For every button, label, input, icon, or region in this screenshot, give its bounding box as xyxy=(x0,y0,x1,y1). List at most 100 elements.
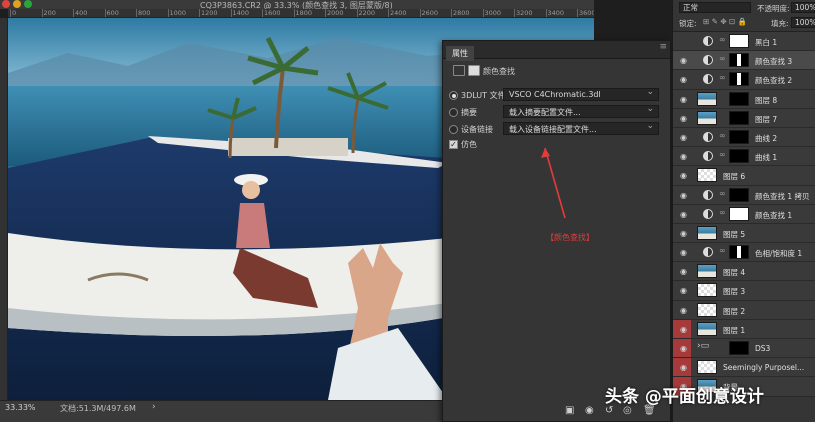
link-icon[interactable]: ∞ xyxy=(719,208,726,217)
layer-name[interactable]: 图层 1 xyxy=(723,325,745,336)
lut-file-select[interactable]: VSCO C4Chromatic.3dl xyxy=(503,88,659,101)
layer-name[interactable]: 黑白 1 xyxy=(755,37,777,48)
eye-icon[interactable]: ◉ xyxy=(680,191,687,200)
eye-icon[interactable]: ◉ xyxy=(680,286,687,295)
layer-row[interactable]: ◉ ›▭ DS3 xyxy=(673,339,815,359)
eye-icon[interactable]: ◉ xyxy=(680,344,687,353)
layer-row[interactable]: ∞ 黑白 1 xyxy=(673,32,815,52)
eye-icon[interactable]: ◉ xyxy=(680,363,687,372)
layer-mask-icon[interactable] xyxy=(468,65,480,76)
dither-checkbox[interactable]: ✓ xyxy=(449,140,458,149)
layer-row[interactable]: ◉ ∞ 颜色查找 2 xyxy=(673,70,815,90)
eye-icon[interactable]: ◉ xyxy=(680,306,687,315)
lut-file-radio[interactable] xyxy=(449,91,458,100)
eye-icon[interactable]: ◉ xyxy=(680,325,687,334)
layer-mask-thumbnail[interactable] xyxy=(729,110,749,125)
layer-row[interactable]: ◉ ∞ 色相/饱和度 1 xyxy=(673,243,815,263)
layer-mask-thumbnail[interactable] xyxy=(729,34,749,48)
layer-mask-thumbnail[interactable] xyxy=(729,129,749,144)
status-menu-arrow[interactable]: › xyxy=(152,402,156,412)
blend-mode-select[interactable]: 正常 xyxy=(679,2,751,13)
eye-icon[interactable]: ◉ xyxy=(680,171,687,180)
layer-mask-thumbnail[interactable] xyxy=(729,341,749,355)
eye-icon[interactable]: ◉ xyxy=(680,210,687,219)
layer-name[interactable]: 图层 2 xyxy=(723,306,745,317)
eye-icon[interactable]: ◉ xyxy=(680,229,687,238)
layer-thumbnail[interactable] xyxy=(697,283,717,298)
link-icon[interactable]: ∞ xyxy=(719,35,726,44)
lock-icons[interactable]: ⊞ ✎ ✥ ⊡ 🔒 xyxy=(703,17,747,26)
layer-row[interactable]: ◉ 图层 1 xyxy=(673,319,815,339)
layer-row[interactable]: ◉ 图层 2 xyxy=(673,300,815,320)
layer-mask-thumbnail[interactable] xyxy=(729,149,749,164)
layer-mask-thumbnail[interactable] xyxy=(729,53,749,68)
link-icon[interactable]: ∞ xyxy=(719,73,726,82)
link-icon[interactable]: ∞ xyxy=(719,54,726,63)
layer-mask-thumbnail[interactable] xyxy=(729,206,749,221)
eye-icon[interactable]: ◉ xyxy=(680,75,687,84)
eye-icon[interactable]: ◉ xyxy=(680,56,687,65)
layer-thumbnail[interactable] xyxy=(697,360,717,375)
opacity-field[interactable]: 100% xyxy=(791,2,815,13)
fill-field[interactable]: 100% xyxy=(791,17,815,28)
layer-thumbnail[interactable] xyxy=(697,321,717,336)
abstract-select[interactable]: 载入摘要配置文件... xyxy=(503,105,659,118)
vertical-ruler[interactable] xyxy=(0,18,8,400)
layer-name[interactable]: 图层 5 xyxy=(723,229,745,240)
layer-name[interactable]: 色相/饱和度 1 xyxy=(755,248,802,259)
horizontal-ruler[interactable]: 0 200 400 600 800 1000 1200 1400 1600 1800 2000 220… xyxy=(8,9,594,18)
layer-thumbnail[interactable] xyxy=(697,264,717,279)
layer-name[interactable]: 曲线 2 xyxy=(755,133,777,144)
layer-name[interactable]: 图层 3 xyxy=(723,286,745,297)
layer-name[interactable]: 颜色查找 1 xyxy=(755,210,792,221)
layer-thumbnail[interactable] xyxy=(697,91,717,106)
panel-menu-icon[interactable]: ≡ xyxy=(659,42,667,52)
properties-tab[interactable]: 属性 xyxy=(446,46,474,61)
layer-name[interactable]: DS3 xyxy=(755,344,770,353)
view-previous-icon[interactable]: ◉ xyxy=(585,405,594,416)
layer-row[interactable]: ◉ ∞ 曲线 2 xyxy=(673,127,815,148)
layer-mask-thumbnail[interactable] xyxy=(729,72,749,87)
eye-icon[interactable]: ◉ xyxy=(680,267,687,276)
close-window-button[interactable] xyxy=(2,0,10,8)
layer-name[interactable]: 图层 7 xyxy=(755,114,777,125)
visibility-column[interactable] xyxy=(673,32,691,50)
layer-row[interactable]: ◉ ∞ 颜色查找 1 拷贝 xyxy=(673,185,815,205)
layer-row[interactable]: ◉ 图层 5 xyxy=(673,223,815,244)
layer-row[interactable]: ◉ Seemingly Purposel... xyxy=(673,358,815,378)
layer-name[interactable]: 曲线 1 xyxy=(755,152,777,163)
layer-row[interactable]: ◉ 图层 7 xyxy=(673,108,815,128)
layer-row[interactable]: ◉ ∞ 颜色查找 3 xyxy=(673,51,815,71)
zoom-level[interactable]: 33.33% xyxy=(5,403,36,412)
eye-icon[interactable]: ◉ xyxy=(680,114,687,123)
layer-name[interactable]: 颜色查找 3 xyxy=(755,56,792,67)
eye-icon[interactable]: ◉ xyxy=(680,248,687,257)
layer-name[interactable]: 图层 6 xyxy=(723,171,745,182)
layer-name[interactable]: 颜色查找 2 xyxy=(755,75,792,86)
layer-name[interactable]: 图层 4 xyxy=(723,267,745,278)
layer-thumbnail[interactable] xyxy=(697,225,717,240)
device-link-select[interactable]: 载入设备链接配置文件... xyxy=(503,122,659,135)
clip-to-layer-icon[interactable]: ▣ xyxy=(565,405,574,416)
layer-row[interactable]: ◉ 图层 4 xyxy=(673,262,815,282)
layer-name[interactable]: 颜色查找 1 拷贝 xyxy=(755,191,810,202)
layer-mask-thumbnail[interactable] xyxy=(729,187,749,202)
layer-thumbnail[interactable] xyxy=(697,110,717,125)
layer-row[interactable]: ◉ 图层 3 xyxy=(673,281,815,301)
layer-row[interactable]: ◉ 图层 6 xyxy=(673,166,815,186)
link-icon[interactable]: ∞ xyxy=(719,246,726,255)
layer-row[interactable]: ◉ ∞ 颜色查找 1 xyxy=(673,204,815,224)
layer-mask-thumbnail[interactable] xyxy=(729,91,749,106)
layer-mask-thumbnail[interactable] xyxy=(729,245,749,260)
layer-thumbnail[interactable] xyxy=(697,168,717,183)
layer-row[interactable]: ◉ 图层 8 xyxy=(673,89,815,109)
layer-name[interactable]: 图层 8 xyxy=(755,95,777,106)
minimize-window-button[interactable] xyxy=(13,0,21,8)
layer-name[interactable]: Seemingly Purposel... xyxy=(723,363,804,372)
zoom-window-button[interactable] xyxy=(24,0,32,8)
folder-icon[interactable]: ›▭ xyxy=(697,341,717,355)
layer-row[interactable]: ◉ ∞ 曲线 1 xyxy=(673,147,815,167)
link-icon[interactable]: ∞ xyxy=(719,131,726,140)
eye-icon[interactable]: ◉ xyxy=(680,152,687,161)
layer-thumbnail[interactable] xyxy=(697,302,717,317)
